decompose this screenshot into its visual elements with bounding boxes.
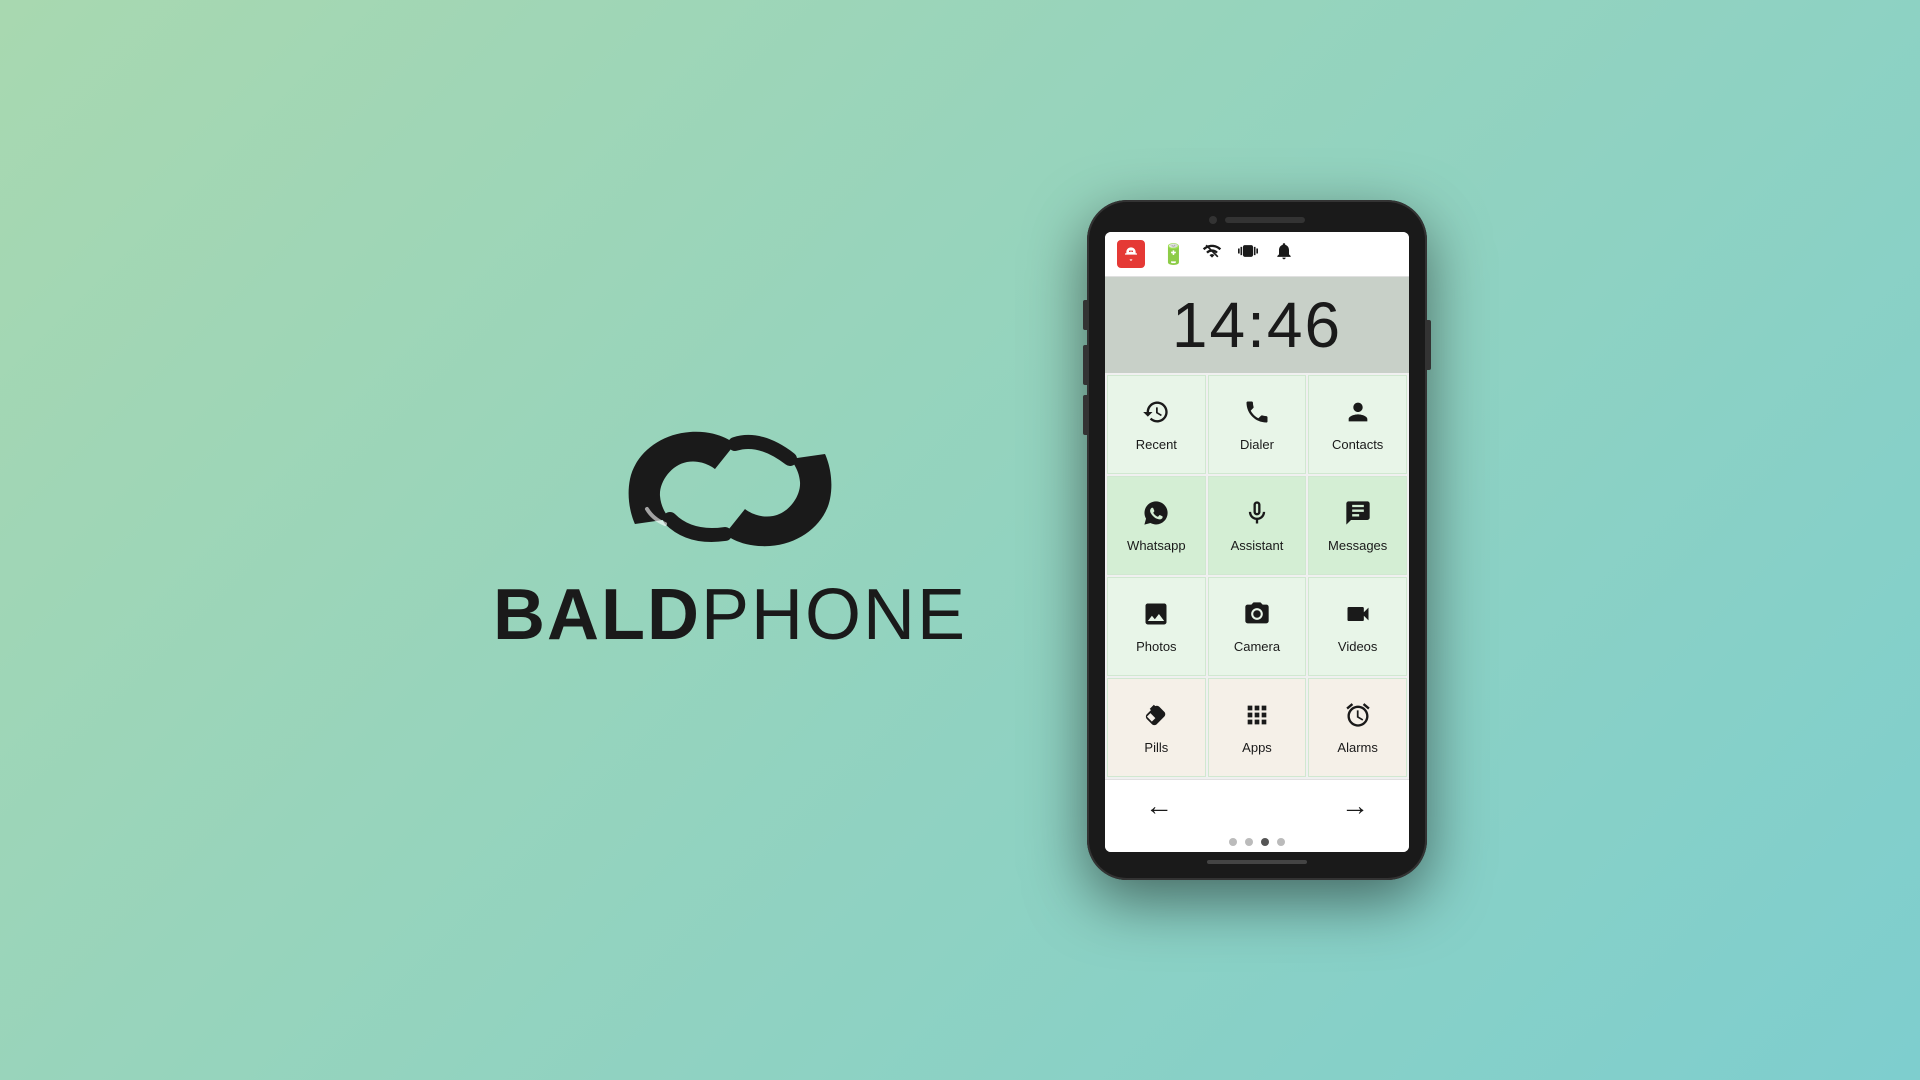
assistant-icon (1243, 499, 1271, 534)
vibrate-icon (1238, 241, 1258, 267)
contacts-icon (1344, 398, 1372, 433)
clock-time: 14:46 (1121, 293, 1393, 357)
app-photos[interactable]: Photos (1107, 577, 1206, 676)
app-assistant[interactable]: Assistant (1208, 476, 1307, 575)
forward-button[interactable]: → (1341, 790, 1369, 822)
nav-bar: ← → (1105, 779, 1409, 832)
clock-area: 14:46 (1105, 277, 1409, 373)
brand-name: BALDPHONE (493, 574, 967, 656)
app-apps[interactable]: Apps (1208, 678, 1307, 777)
phone-screen: 🔋 (1105, 232, 1409, 852)
battery-icon: 🔋 (1161, 242, 1186, 267)
assistant-label: Assistant (1231, 538, 1284, 553)
whatsapp-icon (1142, 499, 1170, 534)
recent-icon (1142, 398, 1170, 433)
phone-device: 🔋 (1087, 200, 1427, 880)
app-messages[interactable]: Messages (1308, 476, 1407, 575)
camera-dot (1209, 216, 1217, 224)
dialer-label: Dialer (1240, 437, 1274, 452)
dot-2 (1245, 838, 1253, 846)
whatsapp-label: Whatsapp (1127, 538, 1186, 553)
messages-icon (1344, 499, 1372, 534)
app-contacts[interactable]: Contacts (1308, 375, 1407, 474)
brand-light: PHONE (701, 575, 967, 655)
app-videos[interactable]: Videos (1308, 577, 1407, 676)
app-recent[interactable]: Recent (1107, 375, 1206, 474)
app-pills[interactable]: Pills (1107, 678, 1206, 777)
camera-label: Camera (1234, 639, 1280, 654)
pills-icon (1142, 701, 1170, 736)
messages-label: Messages (1328, 538, 1387, 553)
brand-bold: BALD (493, 575, 701, 655)
app-camera[interactable]: Camera (1208, 577, 1307, 676)
alarm-status-icon (1117, 240, 1145, 268)
pills-label: Pills (1144, 740, 1168, 755)
speaker-bar (1225, 217, 1305, 223)
power-button[interactable] (1427, 320, 1431, 370)
app-alarms[interactable]: Alarms (1308, 678, 1407, 777)
videos-icon (1344, 600, 1372, 635)
apps-icon (1243, 701, 1271, 736)
brand-section: BALDPHONE (493, 424, 967, 656)
handset-icon (615, 424, 845, 554)
silent-button[interactable] (1083, 395, 1087, 435)
signal-icon (1202, 241, 1222, 267)
page-dots (1105, 832, 1409, 852)
dot-3 (1261, 838, 1269, 846)
volume-down-button[interactable] (1083, 345, 1087, 385)
dot-4 (1277, 838, 1285, 846)
back-button[interactable]: ← (1145, 790, 1173, 822)
phone-bottom (1207, 852, 1307, 868)
app-dialer[interactable]: Dialer (1208, 375, 1307, 474)
dot-1 (1229, 838, 1237, 846)
home-bar[interactable] (1207, 860, 1307, 864)
dialer-icon (1243, 398, 1271, 433)
contacts-label: Contacts (1332, 437, 1383, 452)
recent-label: Recent (1136, 437, 1177, 452)
apps-label: Apps (1242, 740, 1272, 755)
app-grid: Recent Dialer Co (1105, 373, 1409, 779)
app-whatsapp[interactable]: Whatsapp (1107, 476, 1206, 575)
bell-icon (1274, 241, 1294, 267)
phone-top-bar (1099, 212, 1415, 232)
camera-icon (1243, 600, 1271, 635)
volume-up-button[interactable] (1083, 300, 1087, 330)
status-bar: 🔋 (1105, 232, 1409, 277)
photos-label: Photos (1136, 639, 1176, 654)
photos-icon (1142, 600, 1170, 635)
videos-label: Videos (1338, 639, 1378, 654)
alarms-label: Alarms (1337, 740, 1377, 755)
page-container: BALDPHONE 🔋 (0, 0, 1920, 1080)
alarms-icon (1344, 701, 1372, 736)
